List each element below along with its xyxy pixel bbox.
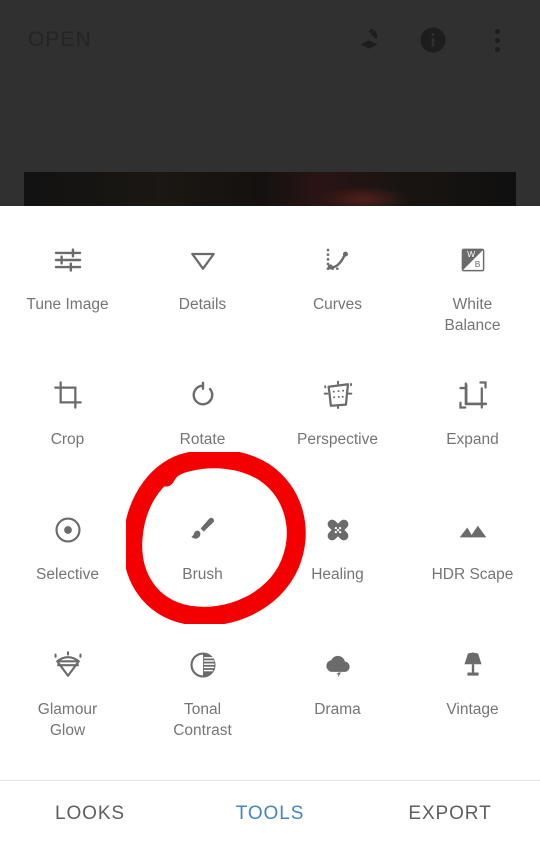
open-button[interactable]: OPEN xyxy=(28,28,92,52)
snapseed-editor-screen: OPEN Tune Image Details Curves W B White… xyxy=(0,0,540,846)
tool-label: Healing xyxy=(311,566,364,583)
info-icon[interactable] xyxy=(416,23,450,57)
curve-graph-icon xyxy=(318,240,358,280)
crop-icon xyxy=(48,375,88,415)
tool-tonal-contrast[interactable]: Tonal Contrast xyxy=(135,611,270,746)
mountains-icon xyxy=(453,510,493,550)
tab-tools[interactable]: TOOLS xyxy=(180,803,360,825)
tool-glamour-glow[interactable]: Glamour Glow xyxy=(0,611,135,746)
tool-tune-image[interactable]: Tune Image xyxy=(0,206,135,341)
expand-icon xyxy=(453,375,493,415)
tool-label: Vintage xyxy=(446,701,499,718)
edited-photo-preview[interactable] xyxy=(24,172,516,212)
tool-label: Perspective xyxy=(297,431,378,448)
tool-label: Tune Image xyxy=(26,296,109,313)
tool-curves[interactable]: Curves xyxy=(270,206,405,341)
bottom-tab-bar: LOOKS TOOLS EXPORT xyxy=(0,780,540,846)
tool-label: Brush xyxy=(182,566,223,583)
rotate-icon xyxy=(183,375,223,415)
tab-export[interactable]: EXPORT xyxy=(360,803,540,825)
tool-label: Selective xyxy=(36,566,99,583)
tune-sliders-icon xyxy=(48,240,88,280)
undo-stack-icon[interactable] xyxy=(352,23,386,57)
tool-label: Rotate xyxy=(179,431,226,448)
storm-cloud-icon xyxy=(318,645,358,685)
tool-white-balance[interactable]: W B White Balance xyxy=(405,206,540,341)
tool-label: HDR Scape xyxy=(431,566,514,583)
tool-drama[interactable]: Drama xyxy=(270,611,405,746)
tool-crop[interactable]: Crop xyxy=(0,341,135,476)
tool-healing[interactable]: Healing xyxy=(270,476,405,611)
top-bar-actions xyxy=(352,23,526,57)
perspective-icon xyxy=(318,375,358,415)
tool-label: Expand xyxy=(446,431,499,448)
diamond-sparkle-icon xyxy=(48,645,88,685)
tools-grid: Tune Image Details Curves W B White Bala… xyxy=(0,206,540,846)
tool-label: Crop xyxy=(50,431,85,448)
tool-vintage[interactable]: Vintage xyxy=(405,611,540,746)
svg-text:W: W xyxy=(467,249,476,259)
tool-rotate[interactable]: Rotate xyxy=(135,341,270,476)
tool-hdr-scape[interactable]: HDR Scape xyxy=(405,476,540,611)
lamp-icon xyxy=(453,645,493,685)
selective-target-icon xyxy=(48,510,88,550)
tool-label: Curves xyxy=(312,296,363,313)
tool-label: Details xyxy=(178,296,227,313)
tool-selective[interactable]: Selective xyxy=(0,476,135,611)
tool-perspective[interactable]: Perspective xyxy=(270,341,405,476)
tools-bottom-sheet: Tune Image Details Curves W B White Bala… xyxy=(0,206,540,846)
white-balance-icon: W B xyxy=(453,240,493,280)
top-app-bar: OPEN xyxy=(0,0,540,80)
overflow-menu-icon[interactable] xyxy=(480,23,514,57)
tool-label: Tonal Contrast xyxy=(173,701,232,739)
tool-expand[interactable]: Expand xyxy=(405,341,540,476)
tab-looks[interactable]: LOOKS xyxy=(0,803,180,825)
half-circle-icon xyxy=(183,645,223,685)
svg-text:B: B xyxy=(474,259,480,269)
healing-bandage-icon xyxy=(318,510,358,550)
tool-label: White Balance xyxy=(444,296,501,334)
tool-brush[interactable]: Brush xyxy=(135,476,270,611)
paint-brush-icon xyxy=(183,510,223,550)
tool-label: Glamour Glow xyxy=(37,701,98,739)
tool-label: Drama xyxy=(314,701,361,718)
triangle-down-icon xyxy=(183,240,223,280)
tool-details[interactable]: Details xyxy=(135,206,270,341)
